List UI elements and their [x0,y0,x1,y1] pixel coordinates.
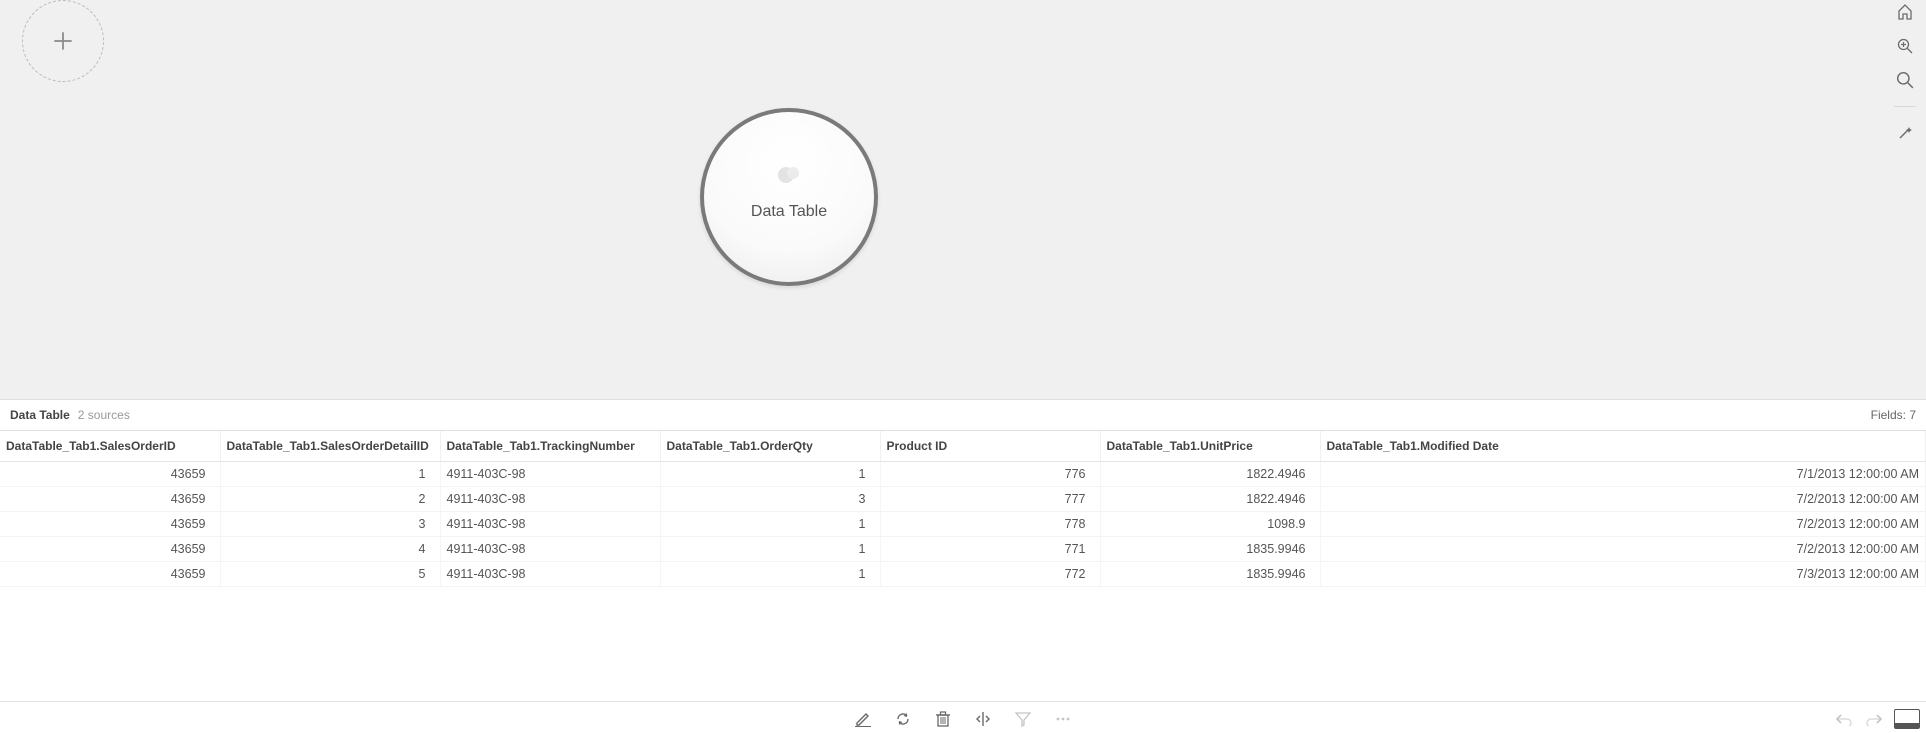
delete-button[interactable] [933,709,953,729]
cell-tracking: 4911-403C-98 [440,562,660,587]
cell-tracking: 4911-403C-98 [440,512,660,537]
cell-salesorderid: 43659 [0,537,220,562]
cell-productid: 771 [880,537,1100,562]
data-source-icon [775,164,803,191]
data-table-bubble[interactable]: Data Table [700,108,878,286]
cell-modified: 7/2/2013 12:00:00 AM [1320,537,1926,562]
redo-button[interactable] [1864,709,1884,729]
undo-button[interactable] [1834,709,1854,729]
cell-unitprice: 1822.4946 [1100,462,1320,487]
magic-wand-button[interactable] [1895,123,1915,143]
table-row[interactable]: 4365924911-403C-9837771822.49467/2/2013 … [0,487,1926,512]
cell-modified: 7/3/2013 12:00:00 AM [1320,562,1926,587]
cell-unitprice: 1098.9 [1100,512,1320,537]
view-toggle-button[interactable] [1894,709,1920,729]
zoom-button[interactable] [1895,70,1915,90]
table-row[interactable]: 4365944911-403C-9817711835.99467/2/2013 … [0,537,1926,562]
cell-unitprice: 1835.9946 [1100,537,1320,562]
cell-detailid: 4 [220,537,440,562]
cell-qty: 1 [660,512,880,537]
cell-salesorderid: 43659 [0,462,220,487]
cell-modified: 7/2/2013 12:00:00 AM [1320,512,1926,537]
ellipsis-icon [1055,716,1071,722]
home-icon [1897,4,1913,20]
cell-modified: 7/1/2013 12:00:00 AM [1320,462,1926,487]
table-row[interactable]: 4365934911-403C-9817781098.97/2/2013 12:… [0,512,1926,537]
refresh-icon [895,711,911,727]
redo-icon [1865,712,1883,726]
cell-salesorderid: 43659 [0,487,220,512]
cell-modified: 7/2/2013 12:00:00 AM [1320,487,1926,512]
plus-icon [50,28,76,54]
add-source-button[interactable] [22,0,104,82]
cell-unitprice: 1822.4946 [1100,487,1320,512]
cell-qty: 1 [660,537,880,562]
cell-salesorderid: 43659 [0,512,220,537]
cell-detailid: 5 [220,562,440,587]
cell-unitprice: 1835.9946 [1100,562,1320,587]
zoom-in-button[interactable] [1895,36,1915,56]
bubble-label: Data Table [751,203,827,221]
table-header-row: DataTable_Tab1.SalesOrderID DataTable_Ta… [0,431,1926,462]
col-orderqty[interactable]: DataTable_Tab1.OrderQty [660,431,880,462]
cell-qty: 1 [660,462,880,487]
table-fields: Fields: 7 [1871,408,1916,422]
split-icon [975,711,991,727]
col-productid[interactable]: Product ID [880,431,1100,462]
refresh-button[interactable] [893,709,913,729]
bottom-toolbar [0,701,1926,733]
tool-separator [1894,106,1916,107]
cell-productid: 776 [880,462,1100,487]
edit-button[interactable] [853,709,873,729]
view-bar-icon [1895,723,1919,728]
cell-productid: 778 [880,512,1100,537]
cell-salesorderid: 43659 [0,562,220,587]
concatenate-button[interactable] [973,709,993,729]
filter-button[interactable] [1013,709,1033,729]
col-unitprice[interactable]: DataTable_Tab1.UnitPrice [1100,431,1320,462]
col-salesorderdetailid[interactable]: DataTable_Tab1.SalesOrderDetailID [220,431,440,462]
table-row[interactable]: 4365914911-403C-9817761822.49467/1/2013 … [0,462,1926,487]
cell-tracking: 4911-403C-98 [440,462,660,487]
col-modifieddate[interactable]: DataTable_Tab1.Modified Date [1320,431,1926,462]
table-title: Data Table [10,408,70,422]
cell-tracking: 4911-403C-98 [440,487,660,512]
cell-detailid: 2 [220,487,440,512]
col-salesorderid[interactable]: DataTable_Tab1.SalesOrderID [0,431,220,462]
pencil-icon [855,711,871,727]
cell-tracking: 4911-403C-98 [440,537,660,562]
data-preview-table: DataTable_Tab1.SalesOrderID DataTable_Ta… [0,431,1926,701]
home-button[interactable] [1895,2,1915,22]
trash-icon [936,711,950,727]
table-info-bar: Data Table 2 sources Fields: 7 [0,399,1926,431]
more-button[interactable] [1053,709,1073,729]
cell-productid: 772 [880,562,1100,587]
col-trackingnumber[interactable]: DataTable_Tab1.TrackingNumber [440,431,660,462]
table-sources: 2 sources [78,408,130,422]
data-model-canvas[interactable]: Data Table [0,0,1926,399]
canvas-tools [1892,2,1918,143]
search-icon [1896,71,1914,89]
magic-wand-icon [1897,125,1913,141]
cell-detailid: 3 [220,512,440,537]
filter-icon [1015,711,1031,727]
cell-detailid: 1 [220,462,440,487]
cell-productid: 777 [880,487,1100,512]
cell-qty: 1 [660,562,880,587]
table-row[interactable]: 4365954911-403C-9817721835.99467/3/2013 … [0,562,1926,587]
zoom-in-icon [1897,38,1913,54]
cell-qty: 3 [660,487,880,512]
undo-icon [1835,712,1853,726]
